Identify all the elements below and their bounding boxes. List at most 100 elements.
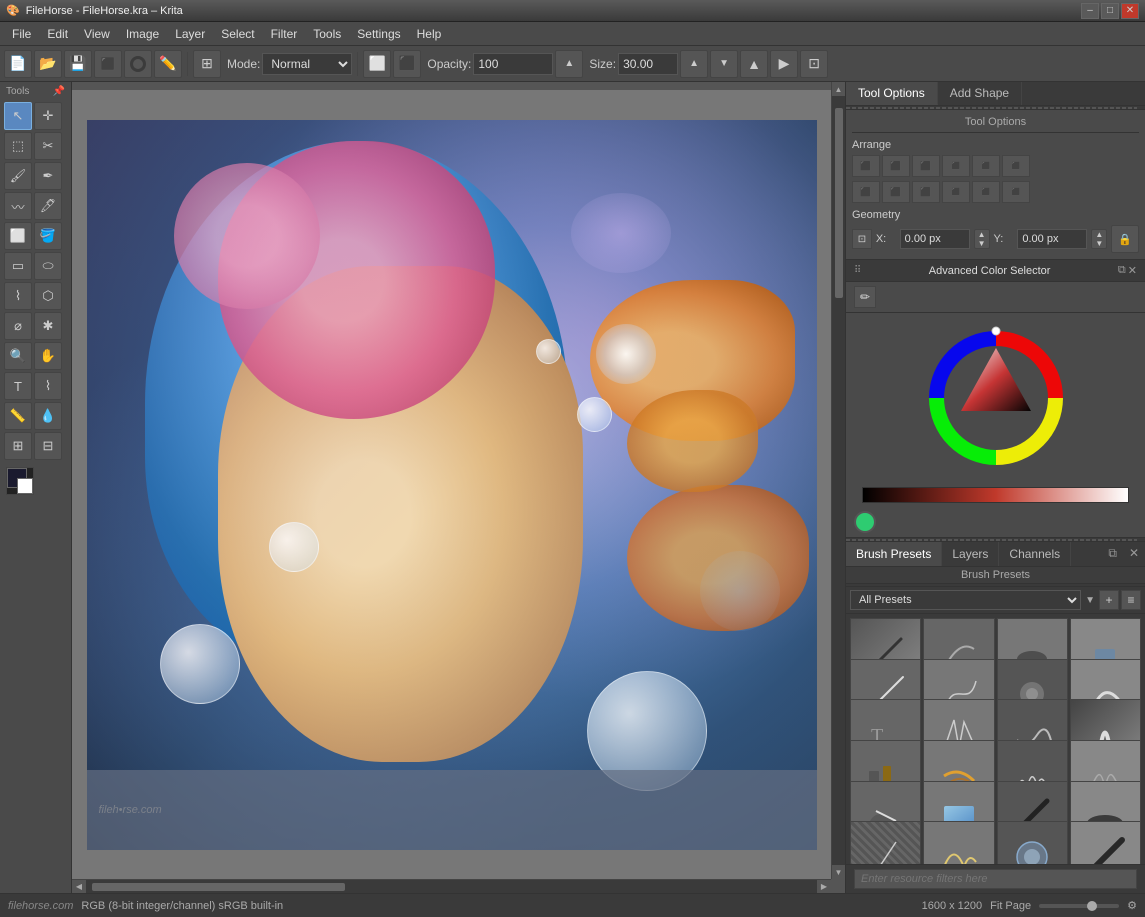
tool-freehand[interactable]: 〰: [4, 192, 32, 220]
menu-filter[interactable]: Filter: [263, 25, 306, 43]
print-button[interactable]: ⬛: [94, 50, 122, 78]
brush-search-input[interactable]: [854, 869, 1137, 889]
tool-gradient[interactable]: 🖌: [4, 162, 32, 190]
tool-select-poly[interactable]: ⬡: [34, 282, 62, 310]
arrange-center-v2[interactable]: ⬛: [972, 181, 1000, 203]
brush-panel-close[interactable]: ✕: [1123, 542, 1145, 566]
size-input[interactable]: [618, 53, 678, 75]
tool-colorpicker[interactable]: 💧: [34, 402, 62, 430]
arrange-left2[interactable]: ⬛: [942, 155, 970, 177]
tool-text[interactable]: T: [4, 372, 32, 400]
brush-add-button[interactable]: +: [1099, 590, 1119, 610]
menu-file[interactable]: File: [4, 25, 39, 43]
tool-smart-patch[interactable]: ✱: [34, 312, 62, 340]
y-input[interactable]: [1017, 229, 1087, 249]
mode-select[interactable]: Normal Multiply Screen: [262, 53, 352, 75]
tool-zoom[interactable]: 🔍: [4, 342, 32, 370]
arrange-center-h2[interactable]: ⬛: [972, 155, 1000, 177]
menu-select[interactable]: Select: [213, 25, 262, 43]
tab-channels[interactable]: Channels: [999, 542, 1071, 566]
tool-select-lasso[interactable]: ⌇: [4, 282, 32, 310]
grid-button[interactable]: ⊞: [193, 50, 221, 78]
brush-menu-button[interactable]: ≡: [1121, 590, 1141, 610]
horizontal-scrollbar[interactable]: ◀ ▶: [72, 879, 831, 893]
arrange-center-h[interactable]: ⬛: [882, 155, 910, 177]
tool-guides[interactable]: ⊟: [34, 432, 62, 460]
current-color-indicator[interactable]: [854, 511, 876, 533]
color-wheel-area[interactable]: [846, 313, 1145, 483]
brush-item-24[interactable]: [1070, 821, 1141, 864]
tool-brush[interactable]: 🖊: [34, 192, 62, 220]
fg-color[interactable]: [6, 467, 34, 495]
arrange-right2[interactable]: ⬛: [1002, 155, 1030, 177]
arrange-bottom2[interactable]: ⬛: [1002, 181, 1030, 203]
tool-select-ellipse[interactable]: ⬭: [34, 252, 62, 280]
settings-icon[interactable]: ⚙: [1127, 899, 1137, 912]
scroll-up-arrow[interactable]: ▲: [832, 82, 846, 96]
tab-layers[interactable]: Layers: [942, 542, 999, 566]
brush-item-21[interactable]: [850, 821, 921, 864]
tool-warp[interactable]: ⌀: [4, 312, 32, 340]
arrange-right[interactable]: ⬛: [912, 155, 940, 177]
arrange-top[interactable]: ⬛: [852, 181, 880, 203]
menu-view[interactable]: View: [76, 25, 118, 43]
x-spin[interactable]: ▲▼: [974, 229, 990, 249]
eraser-button[interactable]: ⬜: [363, 50, 391, 78]
tool-grid-tool[interactable]: ⊞: [4, 432, 32, 460]
tool-eraser[interactable]: ⬜: [4, 222, 32, 250]
tool-crop[interactable]: ✂: [34, 132, 62, 160]
vertical-scrollbar[interactable]: ▲ ▼: [831, 82, 845, 879]
menu-help[interactable]: Help: [409, 25, 450, 43]
color-gradient-bar[interactable]: [862, 487, 1129, 503]
tool-fill[interactable]: 🪣: [34, 222, 62, 250]
clone-button[interactable]: ⬛: [393, 50, 421, 78]
tool-move[interactable]: ✛: [34, 102, 62, 130]
canvas-image[interactable]: fileh•rse.com: [87, 120, 817, 850]
brush-preview[interactable]: [124, 50, 152, 78]
brush-item-22[interactable]: [923, 821, 994, 864]
opacity-up[interactable]: ▲: [555, 50, 583, 78]
color-selector-drag[interactable]: ⠿: [854, 265, 861, 276]
filter-dropdown-arrow[interactable]: ▼: [1083, 595, 1097, 606]
tool-transform[interactable]: ⬚: [4, 132, 32, 160]
color-selector-close[interactable]: ✕: [1128, 264, 1137, 277]
color-tool-icon[interactable]: ✏: [854, 286, 876, 308]
toolbox-pin-icon[interactable]: 📌: [53, 86, 65, 97]
arrange-bottom[interactable]: ⬛: [912, 181, 940, 203]
zoom-slider[interactable]: [1039, 904, 1119, 908]
menu-edit[interactable]: Edit: [39, 25, 76, 43]
minimize-button[interactable]: –: [1081, 3, 1099, 19]
menu-settings[interactable]: Settings: [349, 25, 408, 43]
scroll-right-arrow[interactable]: ▶: [817, 880, 831, 894]
arrange-center-v[interactable]: ⬛: [882, 181, 910, 203]
brush-item-23[interactable]: [997, 821, 1068, 864]
save-button[interactable]: 💾: [64, 50, 92, 78]
open-button[interactable]: 📂: [34, 50, 62, 78]
menu-layer[interactable]: Layer: [167, 25, 213, 43]
tab-brush-presets[interactable]: Brush Presets: [846, 542, 942, 566]
flow-button[interactable]: ▶: [770, 50, 798, 78]
new-button[interactable]: 📄: [4, 50, 32, 78]
menu-image[interactable]: Image: [118, 25, 167, 43]
tab-tool-options[interactable]: Tool Options: [846, 82, 938, 105]
tool-cursor[interactable]: ↖: [4, 102, 32, 130]
y-spin[interactable]: ▲▼: [1091, 229, 1107, 249]
lock-button[interactable]: 🔒: [1111, 225, 1139, 253]
tool-select-rect[interactable]: ▭: [4, 252, 32, 280]
brush-filter-select[interactable]: All Presets: [850, 590, 1081, 610]
tool-icon[interactable]: ✏️: [154, 50, 182, 78]
tool-measure[interactable]: 📏: [4, 402, 32, 430]
x-input[interactable]: [900, 229, 970, 249]
scroll-left-arrow[interactable]: ◀: [72, 880, 86, 894]
options-button[interactable]: ⊡: [800, 50, 828, 78]
opacity-input[interactable]: [473, 53, 553, 75]
brush-panel-float[interactable]: ⧉: [1102, 542, 1123, 566]
maximize-button[interactable]: □: [1101, 3, 1119, 19]
pressure-button[interactable]: ▲: [740, 50, 768, 78]
tool-pen[interactable]: ✒: [34, 162, 62, 190]
canvas-area[interactable]: fileh•rse.com ▲ ▼ ◀ ▶: [72, 82, 845, 893]
menu-tools[interactable]: Tools: [305, 25, 349, 43]
color-wheel-svg[interactable]: [921, 323, 1071, 473]
close-button[interactable]: ✕: [1121, 3, 1139, 19]
size-up[interactable]: ▲: [680, 50, 708, 78]
